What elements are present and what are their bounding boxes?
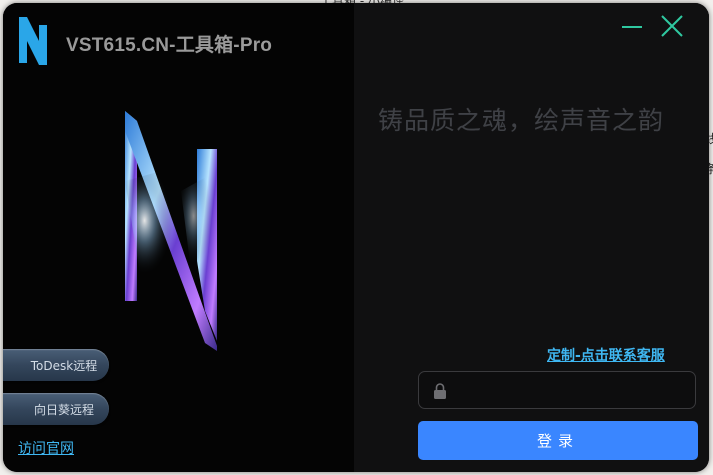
contact-service-link[interactable]: 定制-点击联系客服: [547, 345, 665, 365]
todesk-remote-label: ToDesk远程: [30, 358, 98, 373]
app-title: VST615.CN-工具箱-Pro: [66, 35, 273, 56]
slogan: 铸品质之魂，绘声音之韵: [378, 106, 665, 135]
left-panel: VST615.CN-工具箱-Pro ToDesk远程 向日葵远程 访问官网: [3, 3, 354, 472]
right-panel: 铸品质之魂，绘声音之韵 定制-点击联系客服 登录: [354, 3, 709, 472]
visit-website-link[interactable]: 访问官网: [18, 438, 74, 458]
minimize-icon[interactable]: [618, 13, 646, 41]
lock-icon: [434, 383, 446, 399]
sunlogin-remote-button[interactable]: 向日葵远程: [3, 393, 109, 425]
password-field[interactable]: [418, 371, 696, 410]
galaxy-n-logo-icon: [125, 111, 217, 351]
password-input[interactable]: [459, 372, 693, 410]
login-button[interactable]: 登录: [418, 421, 698, 460]
close-icon[interactable]: [658, 13, 686, 41]
app-window: VST615.CN-工具箱-Pro ToDesk远程 向日葵远程 访问官网 铸品…: [3, 3, 709, 472]
todesk-remote-button[interactable]: ToDesk远程: [3, 349, 109, 381]
n-logo-icon: [19, 17, 47, 65]
sunlogin-remote-label: 向日葵远程: [33, 402, 94, 417]
